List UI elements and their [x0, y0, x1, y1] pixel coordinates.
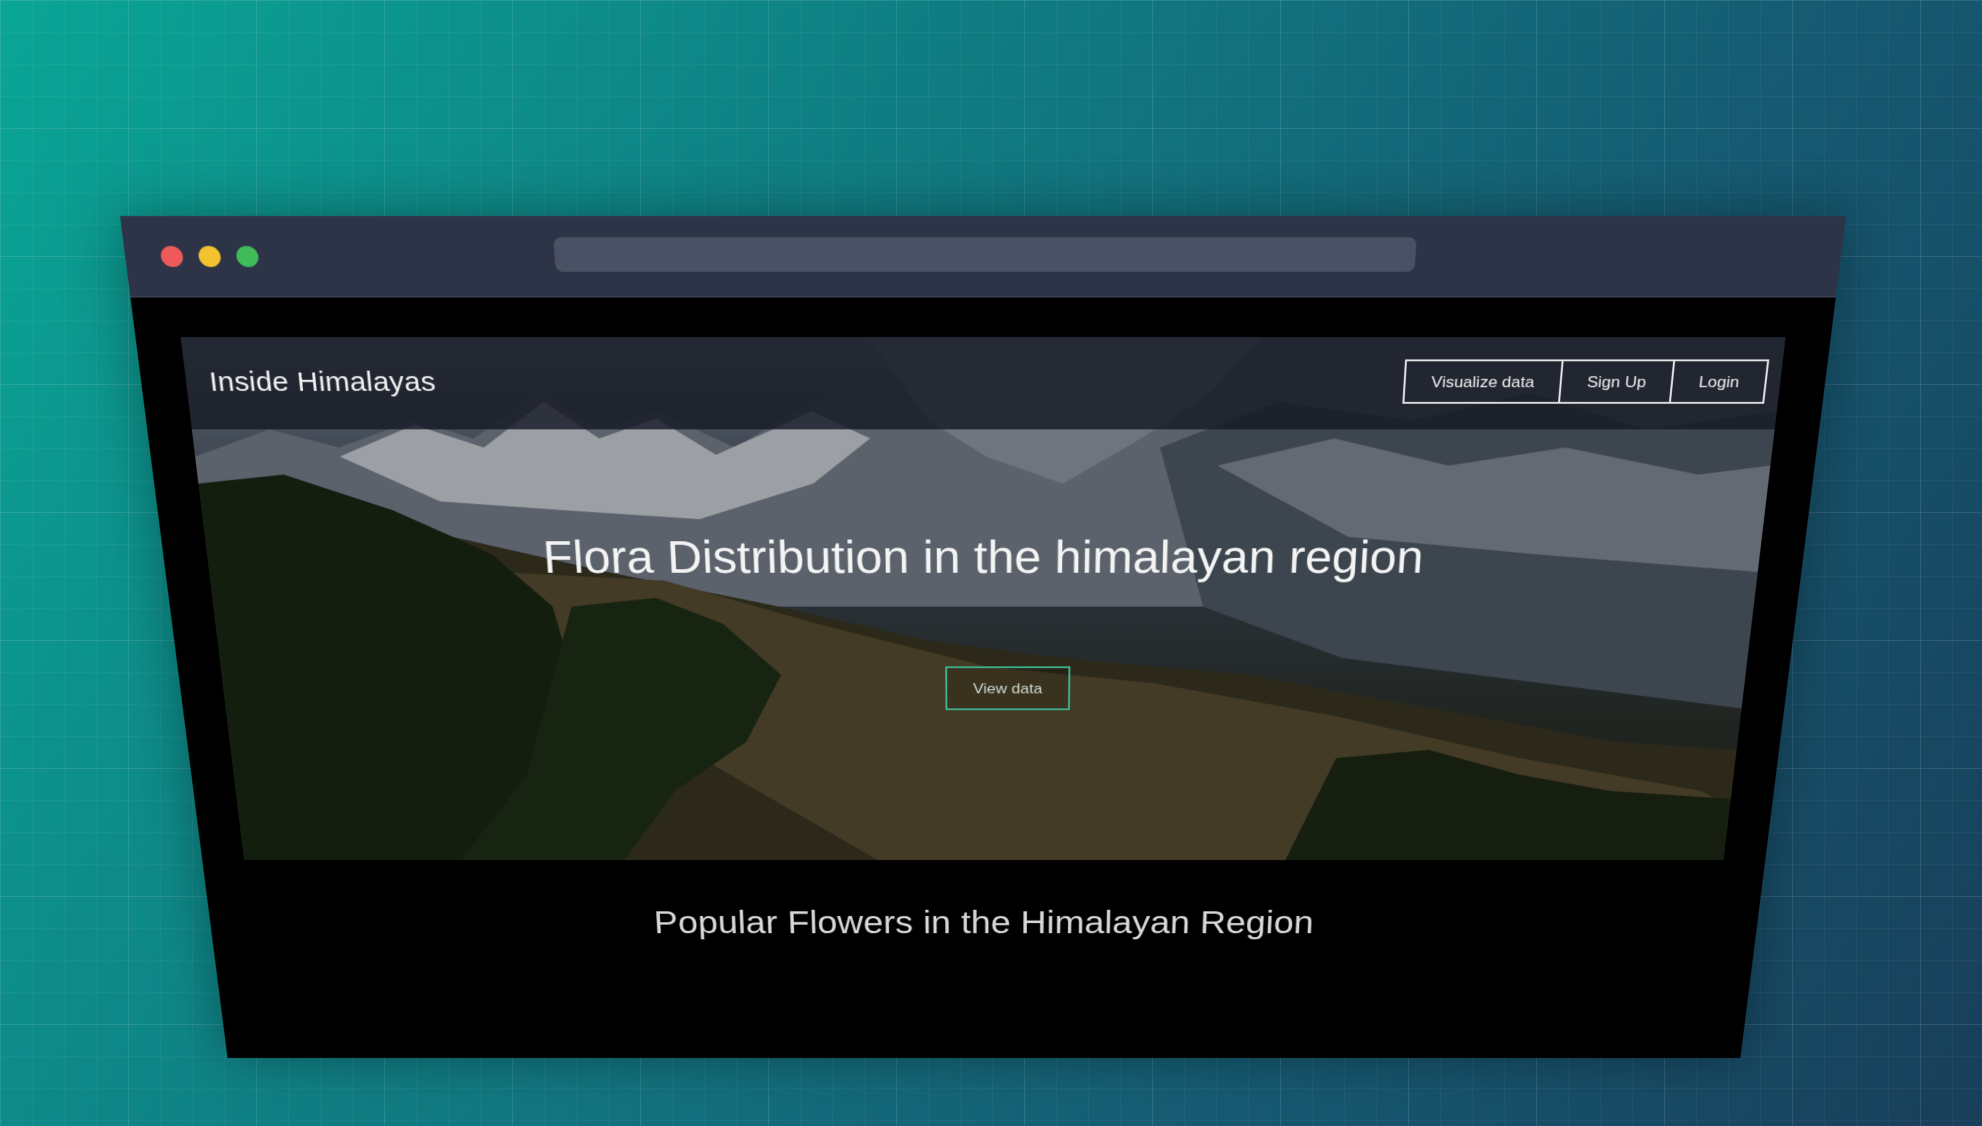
page-viewport: Inside Himalayas Visualize data Sign Up …	[130, 297, 1836, 1058]
hero-banner: Inside Himalayas Visualize data Sign Up …	[180, 337, 1786, 861]
visualize-data-button[interactable]: Visualize data	[1402, 359, 1564, 404]
top-navbar: Inside Himalayas Visualize data Sign Up …	[180, 337, 1786, 430]
browser-window: Inside Himalayas Visualize data Sign Up …	[120, 216, 1846, 1058]
section-title: Popular Flowers in the Himalayan Region	[653, 905, 1315, 941]
minimize-window-icon[interactable]	[197, 245, 222, 268]
view-data-button[interactable]: View data	[945, 666, 1071, 711]
sign-up-button[interactable]: Sign Up	[1557, 359, 1676, 404]
site-brand[interactable]: Inside Himalayas	[208, 367, 437, 398]
maximize-window-icon[interactable]	[235, 245, 260, 268]
login-button[interactable]: Login	[1669, 359, 1770, 404]
hero-title: Flora Distribution in the himalayan regi…	[541, 532, 1426, 583]
address-bar[interactable]	[553, 237, 1417, 272]
browser-titlebar	[120, 216, 1846, 298]
close-window-icon[interactable]	[159, 245, 185, 268]
nav-buttons: Visualize data Sign Up Login	[1402, 359, 1770, 404]
